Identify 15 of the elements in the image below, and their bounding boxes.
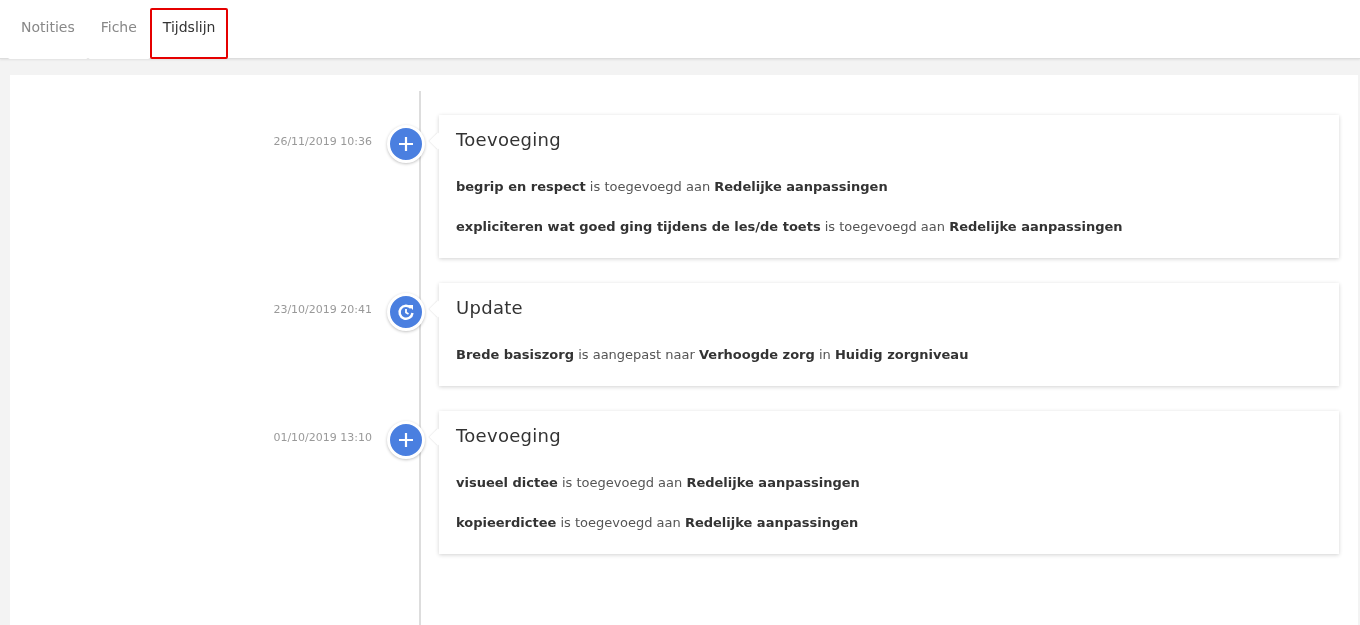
- tab[interactable]: Tijdslijn: [149, 8, 229, 59]
- timestamp: 26/11/2019 10:36: [273, 134, 372, 148]
- timestamp: 23/10/2019 20:41: [273, 302, 372, 316]
- event-text: kopieerdictee is toegevoegd aan Redelijke aanpassingen: [456, 514, 860, 532]
- plus-icon: [398, 432, 414, 448]
- event-text: Brede basiszorg is aangepast naar Verhoogde zorg in Huidig zorgniveau: [456, 346, 970, 364]
- plus-icon: [398, 136, 414, 152]
- event-text: begrip en respect is toegevoegd aan Redelijke aanpassingen: [456, 178, 889, 196]
- event-title: Update: [456, 297, 524, 318]
- event-title: Toevoeging: [456, 129, 563, 150]
- event-text: visueel dictee is toegevoegd aan Redelijke aanpassingen: [456, 474, 861, 492]
- refresh-icon: [397, 303, 415, 321]
- event-text: expliciteren wat goed ging tijdens de les/de toets is toegevoegd aan Redelijke aanpassingen: [456, 218, 1124, 236]
- timestamp: 01/10/2019 13:10: [273, 430, 372, 444]
- event-title: Toevoeging: [456, 425, 563, 446]
